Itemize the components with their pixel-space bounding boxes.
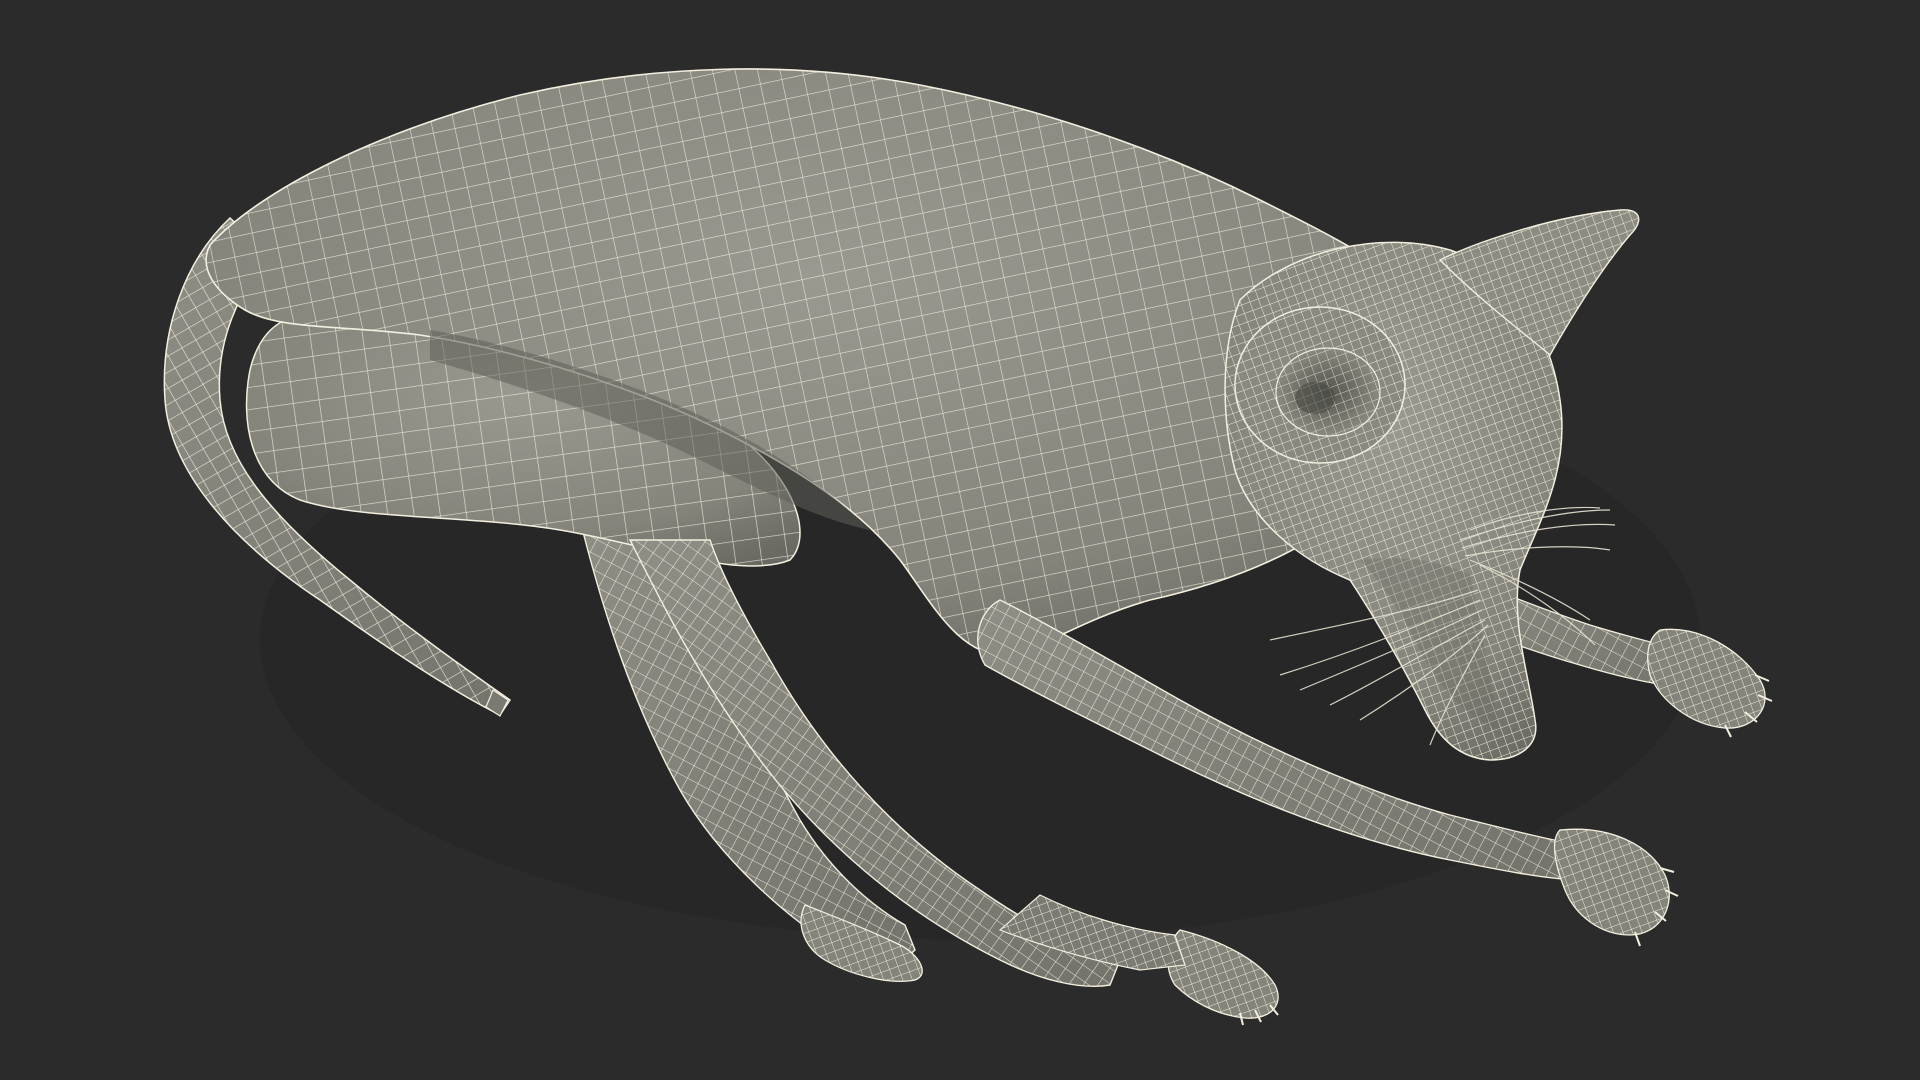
front-paw-near bbox=[1553, 828, 1679, 947]
render-viewport bbox=[0, 0, 1920, 1080]
wireframe-cat-render bbox=[163, 68, 1773, 1026]
ear-front bbox=[1234, 306, 1406, 464]
